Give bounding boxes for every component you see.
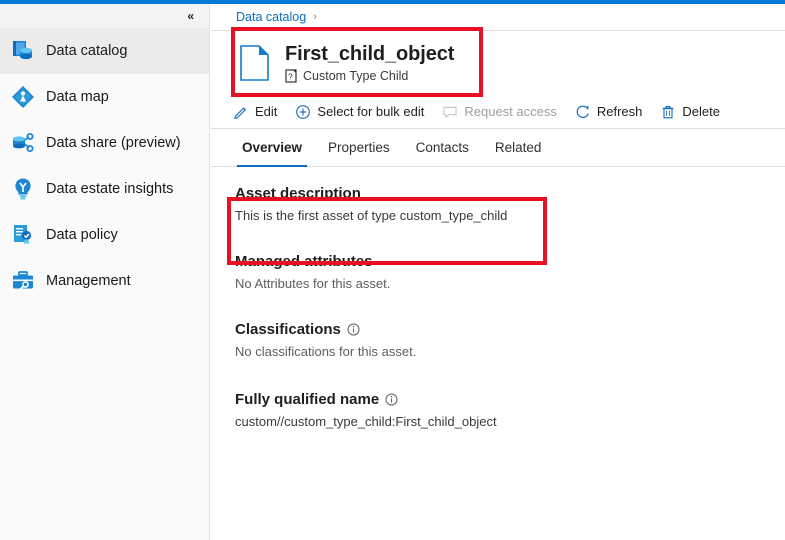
collapse-sidebar-icon[interactable]: « xyxy=(185,8,195,24)
sidebar-item-label: Management xyxy=(46,273,131,289)
tab-overview[interactable]: Overview xyxy=(229,129,315,166)
data-map-icon xyxy=(8,82,38,112)
classifications-text: No classifications for this asset. xyxy=(235,344,785,359)
plus-circle-icon xyxy=(295,104,311,120)
tab-properties[interactable]: Properties xyxy=(315,129,403,166)
app-root: « Data catalog xyxy=(0,0,785,540)
select-for-bulk-edit-button[interactable]: Select for bulk edit xyxy=(295,104,424,120)
section-heading: Asset description xyxy=(235,185,785,202)
section-fully-qualified-name: Fully qualified name custom//custom_type… xyxy=(235,391,785,429)
overview-panel: Asset description This is the first asse… xyxy=(211,167,785,429)
comment-icon xyxy=(442,104,458,120)
command-label: Edit xyxy=(255,104,277,119)
tab-bar: Overview Properties Contacts Related xyxy=(211,129,785,167)
sidebar-header: « xyxy=(0,4,209,28)
sidebar-item-data-estate-insights[interactable]: Data estate insights xyxy=(0,166,209,212)
sidebar-nav: Data catalog Data map xyxy=(0,28,209,304)
breadcrumb-separator-icon: › xyxy=(313,11,317,23)
pencil-icon xyxy=(233,104,249,120)
asset-type-group: ? Custom Type Child xyxy=(285,69,454,83)
section-heading-label: Managed attributes xyxy=(235,253,373,270)
sidebar-item-label: Data estate insights xyxy=(46,181,173,197)
section-asset-description: Asset description This is the first asse… xyxy=(235,185,785,223)
refresh-button[interactable]: Refresh xyxy=(575,104,643,120)
page-title: First_child_object xyxy=(285,43,454,66)
sidebar-item-label: Data share (preview) xyxy=(46,135,181,151)
tab-contacts[interactable]: Contacts xyxy=(403,129,482,166)
data-policy-icon xyxy=(8,220,38,250)
fully-qualified-name-text: custom//custom_type_child:First_child_ob… xyxy=(235,414,785,429)
info-icon[interactable] xyxy=(347,323,360,336)
sidebar-item-data-share[interactable]: Data share (preview) xyxy=(0,120,209,166)
command-label: Request access xyxy=(464,104,557,119)
tab-label: Overview xyxy=(242,140,302,155)
trash-icon xyxy=(660,104,676,120)
sidebar-item-label: Data catalog xyxy=(46,43,127,59)
asset-title-group: First_child_object ? Custom Type Child xyxy=(285,43,454,83)
document-icon xyxy=(239,44,271,82)
section-heading: Fully qualified name xyxy=(235,391,785,408)
breadcrumb: Data catalog › xyxy=(211,4,785,30)
data-estate-insights-icon xyxy=(8,174,38,204)
refresh-icon xyxy=(575,104,591,120)
info-icon[interactable] xyxy=(385,393,398,406)
command-label: Delete xyxy=(682,104,720,119)
sidebar: « Data catalog xyxy=(0,4,210,540)
sidebar-item-label: Data map xyxy=(46,89,109,105)
data-share-icon xyxy=(8,128,38,158)
breadcrumb-item-data-catalog[interactable]: Data catalog xyxy=(236,10,306,24)
section-heading-label: Classifications xyxy=(235,321,341,338)
tab-label: Properties xyxy=(328,140,390,155)
sidebar-item-label: Data policy xyxy=(46,227,118,243)
delete-button[interactable]: Delete xyxy=(660,104,720,120)
edit-button[interactable]: Edit xyxy=(233,104,277,120)
section-managed-attributes: Managed attributes No Attributes for thi… xyxy=(235,253,785,291)
command-label: Select for bulk edit xyxy=(317,104,424,119)
sidebar-item-data-map[interactable]: Data map xyxy=(0,74,209,120)
tab-label: Related xyxy=(495,140,542,155)
main-content: Data catalog › First_child_object xyxy=(211,4,785,540)
asset-header: First_child_object ? Custom Type Child xyxy=(211,31,785,95)
management-icon xyxy=(8,266,38,296)
section-heading: Classifications xyxy=(235,321,785,338)
request-access-button: Request access xyxy=(442,104,557,120)
section-heading: Managed attributes xyxy=(235,253,785,270)
tab-related[interactable]: Related xyxy=(482,129,555,166)
section-classifications: Classifications No classifications for t… xyxy=(235,321,785,359)
section-heading-label: Fully qualified name xyxy=(235,391,379,408)
command-label: Refresh xyxy=(597,104,643,119)
asset-description-text: This is the first asset of type custom_t… xyxy=(235,208,785,223)
svg-text:?: ? xyxy=(288,72,293,81)
command-bar: Edit Select for bulk edit xyxy=(211,95,785,129)
asset-type-label: Custom Type Child xyxy=(303,69,408,83)
sidebar-item-data-policy[interactable]: Data policy xyxy=(0,212,209,258)
sidebar-item-data-catalog[interactable]: Data catalog xyxy=(0,28,209,74)
sidebar-item-management[interactable]: Management xyxy=(0,258,209,304)
tab-label: Contacts xyxy=(416,140,469,155)
unknown-type-icon: ? xyxy=(285,69,298,83)
data-catalog-icon xyxy=(8,36,38,66)
managed-attributes-text: No Attributes for this asset. xyxy=(235,276,785,291)
section-heading-label: Asset description xyxy=(235,185,361,202)
